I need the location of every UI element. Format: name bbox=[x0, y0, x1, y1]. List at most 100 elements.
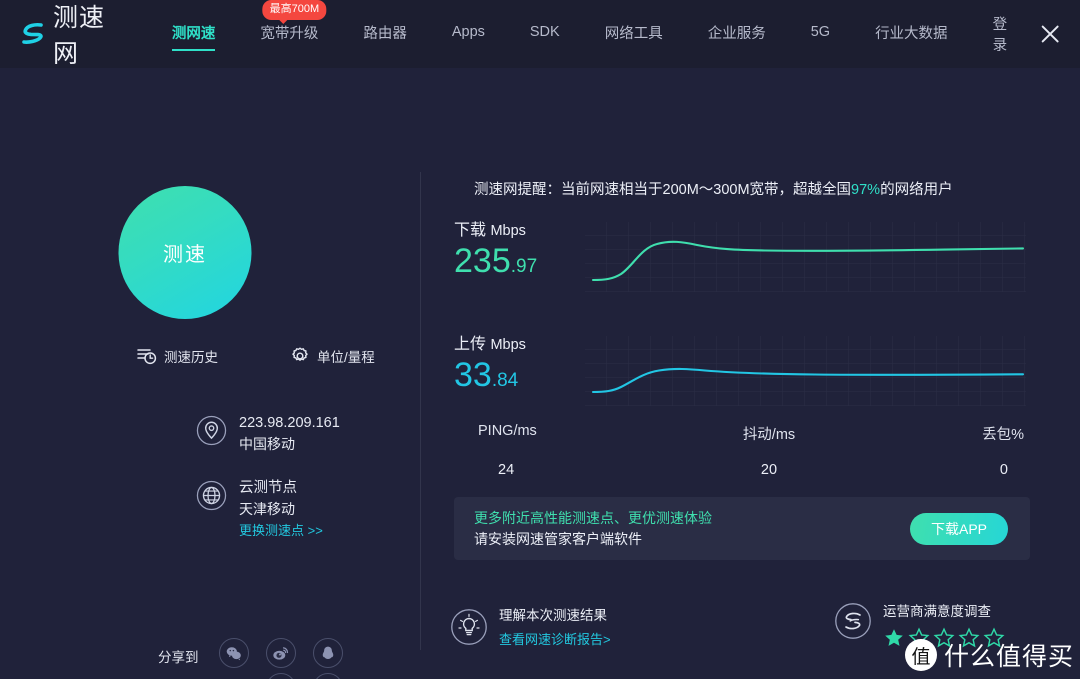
share-buttons bbox=[218, 638, 367, 679]
rating-star-3[interactable] bbox=[933, 627, 955, 649]
promo-text: 更多附近高性能测速点、更优测速体验 请安装网速管家客户端软件 bbox=[474, 508, 712, 550]
ip-address: 223.98.209.161 bbox=[239, 415, 340, 431]
download-app-button[interactable]: 下载APP bbox=[910, 512, 1008, 545]
share-copy-link-button[interactable] bbox=[312, 673, 343, 679]
metrics-header-row: PING/ms 抖动/ms 丢包% bbox=[454, 423, 1030, 444]
nav-item-speedtest[interactable]: 测网速 bbox=[171, 22, 215, 51]
rating-star-1[interactable] bbox=[883, 627, 905, 649]
share-qq-button[interactable] bbox=[312, 638, 343, 668]
notice-prefix: 测速网提醒：当前网速相当于200M～300M宽带，超越全国 bbox=[474, 182, 852, 198]
nav-item-router[interactable]: 路由器 bbox=[363, 22, 407, 47]
bottom-row: 理解本次测速结果 查看网速诊断报告> 运营商满意度调查 bbox=[440, 598, 1040, 678]
nav-label: 宽带升级 bbox=[260, 25, 319, 42]
left-action-row: 测速历史 单位/量程 bbox=[0, 346, 420, 366]
download-speed-chart bbox=[585, 222, 1026, 292]
gear-icon bbox=[292, 347, 308, 361]
nav-label: Apps bbox=[451, 24, 485, 40]
metric-value-ping: 24 bbox=[498, 462, 515, 478]
vertical-divider bbox=[420, 172, 421, 650]
login-button[interactable]: 登录 bbox=[993, 13, 1020, 55]
download-value: 235.97 bbox=[454, 244, 584, 278]
diagnose-text: 理解本次测速结果 查看网速诊断报告> bbox=[499, 606, 611, 648]
share-section: 分享到 bbox=[158, 638, 367, 679]
share-wechat-button[interactable] bbox=[218, 638, 249, 668]
rating-star-4[interactable] bbox=[958, 627, 980, 649]
notice-percentile: 97% bbox=[851, 182, 881, 198]
nav-item-5g[interactable]: 5G bbox=[811, 24, 830, 44]
upload-readout: 上传 Mbps 33.84 bbox=[454, 330, 584, 392]
survey-text: 运营商满意度调查 bbox=[883, 602, 1008, 649]
share-weibo-button[interactable] bbox=[265, 638, 296, 668]
nav-label: 企业服务 bbox=[707, 25, 766, 42]
node-info-row: 云测节点 天津移动 更换测速点 >> bbox=[196, 478, 340, 540]
diagnose-title: 理解本次测速结果 bbox=[499, 608, 607, 623]
share-favorite-button[interactable] bbox=[265, 673, 296, 679]
nav-badge-700m: 最高700M bbox=[262, 0, 327, 24]
upload-value: 33.84 bbox=[454, 358, 584, 392]
download-label: 下载 bbox=[454, 222, 487, 239]
site-logo[interactable]: 测速网 bbox=[20, 0, 124, 70]
nav-label: 网络工具 bbox=[604, 25, 663, 42]
lightbulb-icon bbox=[451, 609, 487, 645]
change-node-link[interactable]: 更换测速点 >> bbox=[239, 522, 323, 541]
speedtest-history-button[interactable]: 测速历史 bbox=[137, 346, 218, 366]
nav-item-apps[interactable]: Apps bbox=[452, 24, 485, 44]
rating-star-5[interactable] bbox=[983, 627, 1005, 649]
node-info-text: 云测节点 天津移动 更换测速点 >> bbox=[239, 478, 323, 540]
top-navbar: 测速网 测网速 最高700M 宽带升级 路由器 Apps SDK 网络工具 企业… bbox=[0, 0, 1080, 68]
promo-line1: 更多附近高性能测速点、更优测速体验 bbox=[474, 509, 712, 526]
speedtest-page: 测速网 测网速 最高700M 宽带升级 路由器 Apps SDK 网络工具 企业… bbox=[0, 0, 1080, 679]
metric-value-loss: 0 bbox=[999, 462, 1008, 478]
main-content: 测速 测速历史 单位/量程 223.98.209.161 中国移动 云测节点 天… bbox=[0, 68, 1080, 679]
speed-logo-icon bbox=[22, 23, 43, 44]
promo-line2: 请安装网速管家客户端软件 bbox=[474, 530, 642, 547]
ip-info-row: 223.98.209.161 中国移动 bbox=[196, 413, 340, 454]
nav-item-network-tools[interactable]: 网络工具 bbox=[605, 22, 663, 47]
unit-range-label: 单位/量程 bbox=[317, 350, 375, 365]
history-icon bbox=[137, 349, 157, 365]
share-label: 分享到 bbox=[158, 650, 199, 665]
metric-header-jitter: 抖动/ms bbox=[742, 427, 796, 443]
start-speedtest-label: 测速 bbox=[163, 244, 207, 266]
unit-range-button[interactable]: 单位/量程 bbox=[290, 346, 375, 366]
nav-menu: 测网速 最高700M 宽带升级 路由器 Apps SDK 网络工具 企业服务 5… bbox=[171, 0, 993, 51]
qq-icon bbox=[322, 646, 333, 659]
nav-label: 路由器 bbox=[363, 25, 407, 42]
start-speedtest-button[interactable]: 测速 bbox=[118, 186, 252, 319]
speed-notice: 测速网提醒：当前网速相当于200M～300M宽带，超越全国97%的网络用户 bbox=[474, 178, 953, 199]
metric-value-jitter: 20 bbox=[760, 462, 778, 478]
ip-info-text: 223.98.209.161 中国移动 bbox=[239, 413, 340, 454]
operator-logo-icon bbox=[835, 603, 871, 639]
wechat-icon bbox=[226, 646, 241, 660]
metric-header-loss: 丢包% bbox=[982, 427, 1024, 443]
diagnose-report-link[interactable]: 查看网速诊断报告> bbox=[499, 629, 611, 648]
speedtest-history-label: 测速历史 bbox=[164, 350, 218, 365]
site-logo-text: 测速网 bbox=[53, 3, 106, 68]
survey-block: 运营商满意度调查 bbox=[834, 602, 1008, 649]
download-readout: 下载 Mbps 235.97 bbox=[454, 216, 584, 278]
survey-rating bbox=[883, 627, 1008, 649]
weibo-icon bbox=[273, 646, 289, 660]
metrics-table: PING/ms 抖动/ms 丢包% 24 20 0 bbox=[454, 423, 1030, 478]
nav-label: SDK bbox=[529, 24, 560, 40]
nav-item-industry-bigdata[interactable]: 行业大数据 bbox=[875, 22, 948, 47]
metric-header-ping: PING/ms bbox=[478, 423, 537, 439]
rating-star-2[interactable] bbox=[908, 627, 930, 649]
download-integer: 235 bbox=[454, 242, 511, 280]
promo-banner: 更多附近高性能测速点、更优测速体验 请安装网速管家客户端软件 下载APP bbox=[454, 497, 1030, 560]
diagnose-block: 理解本次测速结果 查看网速诊断报告> bbox=[450, 606, 611, 648]
notice-suffix: 的网络用户 bbox=[880, 182, 953, 198]
nav-item-broadband-upgrade[interactable]: 最高700M 宽带升级 bbox=[260, 0, 327, 47]
right-panel: 测速网提醒：当前网速相当于200M～300M宽带，超越全国97%的网络用户 下载… bbox=[440, 68, 1040, 679]
nav-label: 行业大数据 bbox=[875, 25, 948, 42]
upload-label: 上传 bbox=[454, 336, 487, 353]
nav-item-enterprise-service[interactable]: 企业服务 bbox=[708, 22, 766, 47]
node-title: 云测节点 bbox=[239, 480, 297, 497]
upload-unit: Mbps bbox=[490, 337, 526, 353]
connection-info: 223.98.209.161 中国移动 云测节点 天津移动 更换测速点 >> bbox=[196, 413, 340, 564]
download-unit: Mbps bbox=[490, 223, 526, 239]
upload-title: 上传 Mbps bbox=[454, 330, 584, 354]
nav-item-sdk[interactable]: SDK bbox=[530, 24, 560, 44]
left-panel: 测速 测速历史 单位/量程 223.98.209.161 中国移动 云测节点 天… bbox=[0, 68, 420, 679]
close-icon[interactable] bbox=[1038, 21, 1062, 47]
